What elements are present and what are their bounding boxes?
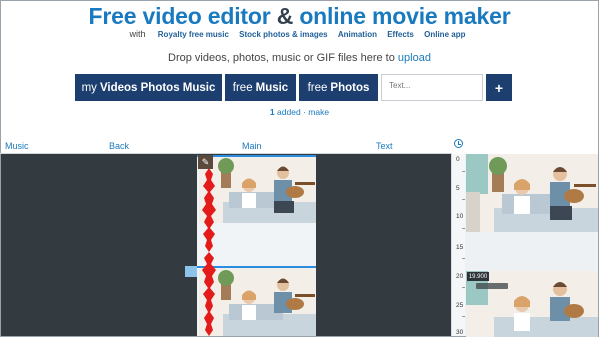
ruler-mark-0: 0 — [456, 156, 460, 163]
scene-illustration — [466, 154, 598, 232]
status-separator: · — [303, 107, 306, 117]
my-media-button[interactable]: my Videos Photos Music — [75, 74, 222, 101]
added-text: added — [277, 107, 301, 117]
upload-link[interactable]: upload — [398, 52, 431, 64]
ruler-mark-25: 25 — [456, 302, 464, 309]
clip-drag-handle[interactable] — [185, 266, 197, 277]
add-text-button[interactable]: + — [486, 74, 512, 101]
nav-royalty-free-music[interactable]: Royalty free music — [158, 30, 229, 39]
text-input[interactable] — [381, 74, 483, 101]
audio-waveform[interactable] — [200, 168, 218, 336]
free-music-prefix: free — [232, 81, 253, 94]
clock-icon[interactable] — [454, 139, 463, 148]
preview-thumbnail-top[interactable] — [466, 154, 598, 232]
ruler-mark-5: 5 — [456, 185, 460, 192]
my-media-prefix: my — [81, 81, 97, 94]
ruler-mark-30: 30 — [456, 329, 464, 336]
nav-animation[interactable]: Animation — [338, 30, 377, 39]
time-ruler[interactable]: 0 5 10 15 20 25 30 — [451, 154, 466, 336]
track-text-label[interactable]: Text — [376, 141, 393, 151]
title-video-editor: video editor — [142, 3, 271, 29]
free-music-button[interactable]: free Music — [225, 74, 296, 101]
make-link[interactable]: make — [308, 107, 329, 117]
added-count: 1 — [269, 107, 275, 117]
time-tooltip — [476, 283, 508, 289]
added-status: 1 added · make — [0, 107, 599, 117]
current-time-badge: 19.900 — [467, 272, 489, 281]
ruler-mark-10: 10 — [456, 213, 464, 220]
my-media-label: Videos Photos Music — [99, 81, 216, 94]
title-ampersand: & — [276, 3, 294, 29]
page-title: Free video editor & online movie maker — [0, 3, 599, 30]
feature-links: with Royalty free music Stock photos & i… — [0, 29, 599, 39]
timeline-header: Music Back Main Text — [0, 140, 452, 154]
ruler-mark-15: 15 — [456, 244, 464, 251]
pin-icon[interactable]: ✎ — [198, 155, 213, 169]
title-movie-maker: online movie maker — [299, 3, 511, 29]
with-label: with — [129, 29, 146, 39]
ruler-mark-20: 20 — [456, 273, 464, 280]
nav-online-app[interactable]: Online app — [424, 30, 465, 39]
drop-instruction: Drop videos, photos, music or GIF files … — [168, 52, 398, 64]
nav-effects[interactable]: Effects — [387, 30, 414, 39]
clip-top-border — [197, 155, 316, 157]
free-photos-prefix: free — [307, 81, 328, 94]
track-main-label[interactable]: Main — [242, 141, 262, 151]
title-free: Free — [88, 3, 137, 29]
nav-stock-photos[interactable]: Stock photos & images — [239, 30, 327, 39]
free-photos-label: Photos — [330, 81, 370, 94]
track-back-label[interactable]: Back — [109, 141, 129, 151]
free-music-label: Music — [255, 81, 289, 94]
free-photos-button[interactable]: free Photos — [299, 74, 378, 101]
drop-zone-text: Drop videos, photos, music or GIF files … — [0, 52, 599, 64]
track-music-label[interactable]: Music — [5, 141, 29, 151]
